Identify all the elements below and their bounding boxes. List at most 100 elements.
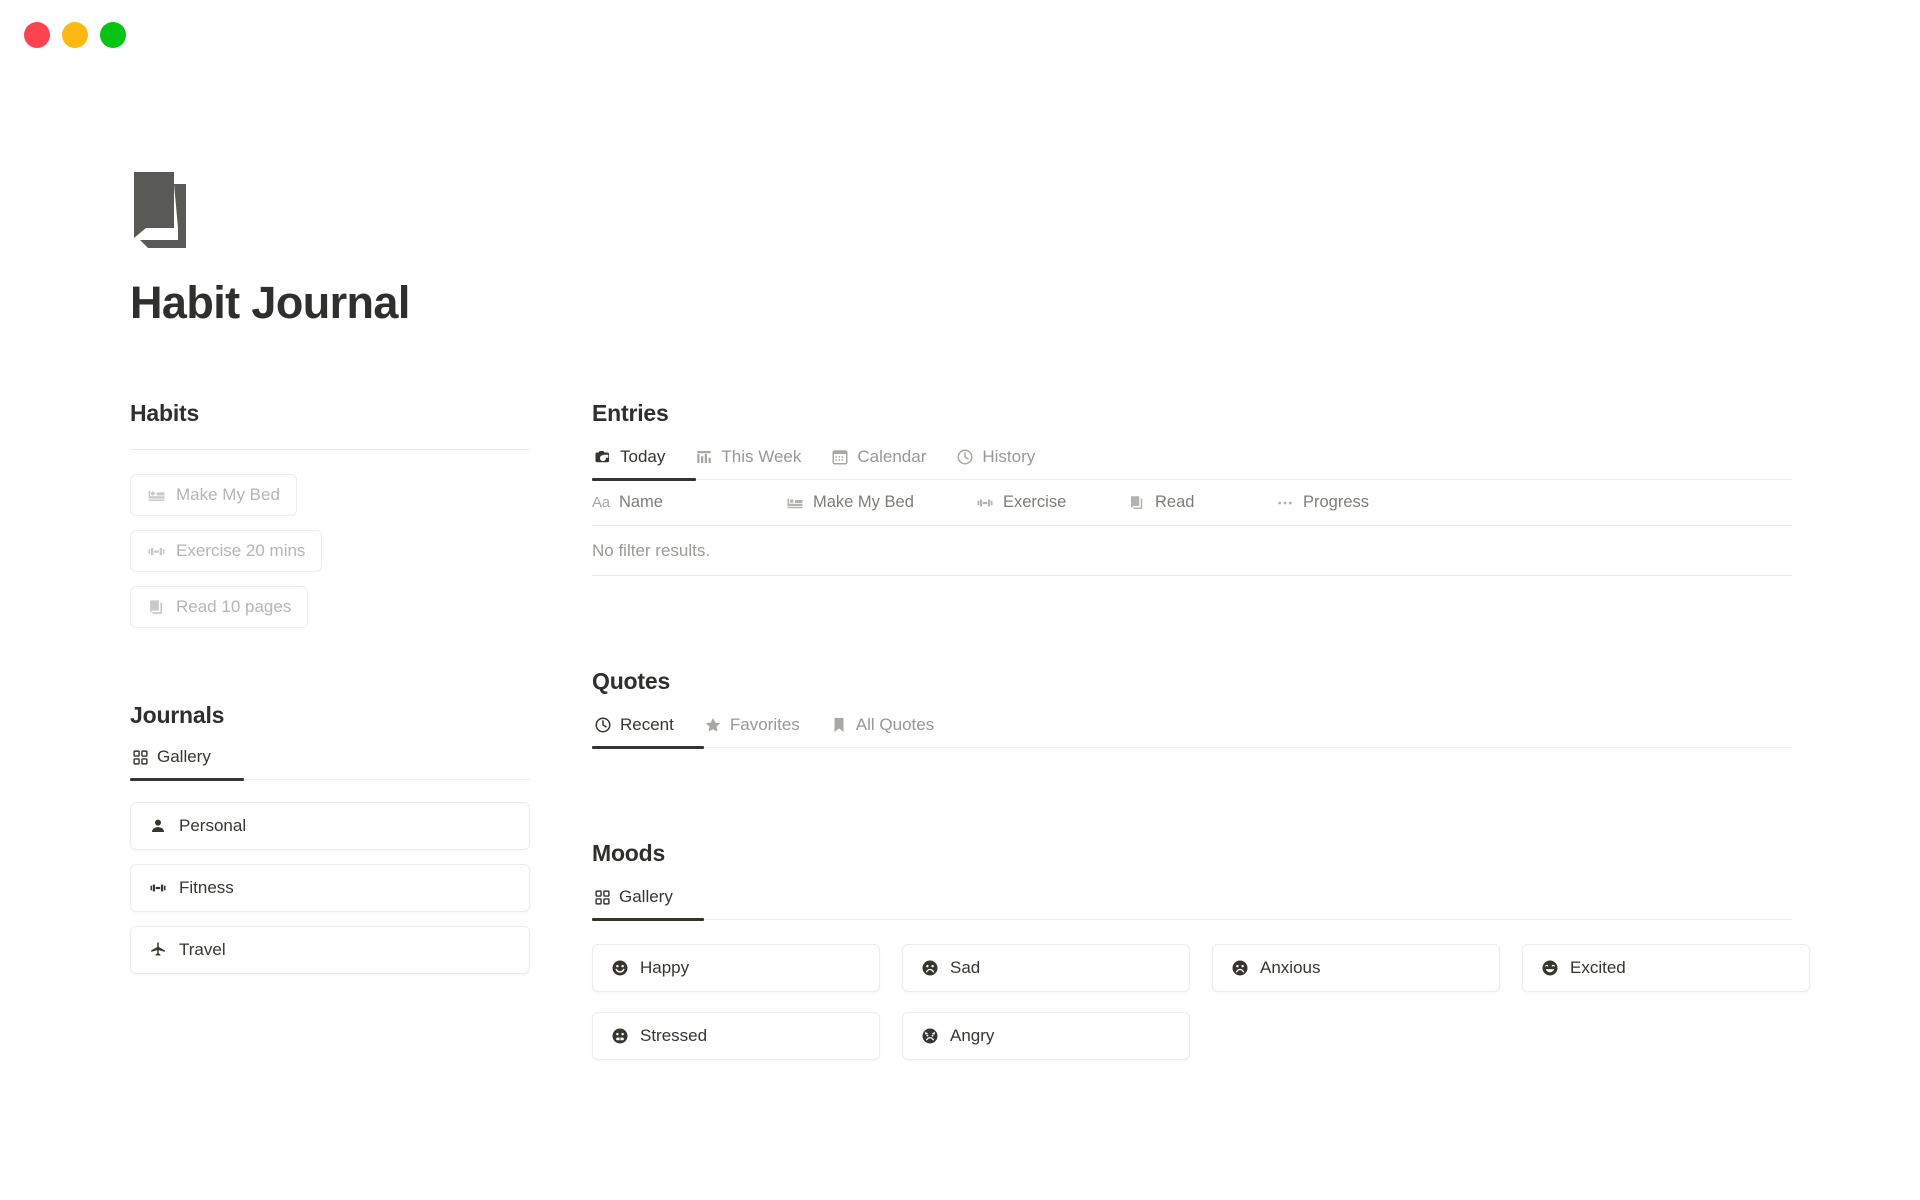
journal-card-label: Travel <box>179 940 226 960</box>
tab-entries-this-week[interactable]: This Week <box>693 441 803 479</box>
tab-label: All Quotes <box>856 715 934 735</box>
column-header-read[interactable]: Read <box>1128 493 1276 512</box>
mood-card-label: Sad <box>950 958 980 978</box>
page-body: Habit Journal Habits Make My Bed <box>0 70 1920 1200</box>
journal-card-personal[interactable]: Personal <box>130 802 530 850</box>
grin-face-icon <box>1541 959 1559 977</box>
camera-icon <box>594 448 612 466</box>
column-header-exercise[interactable]: Exercise <box>976 493 1128 512</box>
journals-card-list: Personal Fitness Travel <box>130 802 530 974</box>
journal-book-icon <box>130 170 192 250</box>
tab-journals-gallery[interactable]: Gallery <box>130 741 213 779</box>
mood-card-happy[interactable]: Happy <box>592 944 880 992</box>
quotes-section-title: Quotes <box>592 668 1792 695</box>
entries-active-tab-indicator <box>592 478 696 481</box>
frown-face-icon <box>1231 959 1249 977</box>
smile-face-icon <box>611 959 629 977</box>
habits-divider <box>130 449 530 450</box>
journals-tabs-rule <box>130 779 530 780</box>
tab-label: Gallery <box>619 887 673 907</box>
tab-entries-today[interactable]: Today <box>592 441 667 479</box>
tab-quotes-all-quotes[interactable]: All Quotes <box>828 709 936 747</box>
mood-card-anxious[interactable]: Anxious <box>1212 944 1500 992</box>
bed-icon <box>147 486 166 505</box>
mood-card-label: Excited <box>1570 958 1626 978</box>
entries-section-title: Entries <box>592 400 1792 427</box>
barchart-icon <box>695 448 713 466</box>
entries-table: Aa Name Make My Bed <box>592 480 1792 576</box>
tab-entries-calendar[interactable]: Calendar <box>829 441 928 479</box>
mood-card-excited[interactable]: Excited <box>1522 944 1810 992</box>
book-icon <box>147 598 166 617</box>
mood-card-label: Stressed <box>640 1026 707 1046</box>
moods-section-title: Moods <box>592 840 1792 867</box>
column-header-name[interactable]: Aa Name <box>592 493 786 512</box>
moods-active-tab-indicator <box>592 918 704 921</box>
right-column: Entries Today This Week <box>592 400 1792 1060</box>
journal-card-fitness[interactable]: Fitness <box>130 864 530 912</box>
column-label: Exercise <box>1003 493 1066 512</box>
quotes-tabs-rule <box>592 747 1792 748</box>
journals-active-tab-indicator <box>130 778 244 781</box>
tab-entries-history[interactable]: History <box>954 441 1037 479</box>
grid-icon <box>132 749 149 766</box>
entries-tabs: Today This Week Calendar <box>592 441 1792 479</box>
mood-card-angry[interactable]: Angry <box>902 1012 1190 1060</box>
entries-tabs-rule <box>592 479 1792 480</box>
journals-section: Journals Gallery <box>130 702 530 974</box>
moods-grid: Happy Sad Anxious <box>592 944 1792 1060</box>
tab-label: Favorites <box>730 715 800 735</box>
mood-card-label: Angry <box>950 1026 994 1046</box>
column-header-make-my-bed[interactable]: Make My Bed <box>786 493 976 512</box>
book-icon <box>1128 494 1146 512</box>
column-label: Progress <box>1303 493 1369 512</box>
journal-card-label: Personal <box>179 816 246 836</box>
maximize-window-button[interactable] <box>100 22 126 48</box>
bed-icon <box>786 494 804 512</box>
moods-tabs: Gallery <box>592 881 1792 919</box>
app-window: Habit Journal Habits Make My Bed <box>0 0 1920 1200</box>
clock-icon <box>594 716 612 734</box>
dumbbell-icon <box>147 542 166 561</box>
column-header-progress[interactable]: Progress <box>1276 493 1476 512</box>
journal-card-label: Fitness <box>179 878 234 898</box>
habit-chip-read-10-pages[interactable]: Read 10 pages <box>130 586 308 628</box>
tab-label: History <box>982 447 1035 467</box>
habit-chip-label: Make My Bed <box>176 485 280 505</box>
aa-text-icon: Aa <box>592 494 610 511</box>
dots-icon <box>1276 494 1294 512</box>
habit-chip-exercise-20-mins[interactable]: Exercise 20 mins <box>130 530 322 572</box>
journals-section-title: Journals <box>130 702 530 729</box>
tab-quotes-favorites[interactable]: Favorites <box>702 709 802 747</box>
window-titlebar <box>0 0 1920 70</box>
frown-face-icon <box>921 959 939 977</box>
moods-tabs-rule <box>592 919 1792 920</box>
journal-card-travel[interactable]: Travel <box>130 926 530 974</box>
person-icon <box>149 817 167 835</box>
tab-quotes-recent[interactable]: Recent <box>592 709 676 747</box>
quotes-section: Quotes Recent Favorites <box>592 668 1792 748</box>
airplane-icon <box>149 941 167 959</box>
mood-card-sad[interactable]: Sad <box>902 944 1190 992</box>
habit-chip-make-my-bed[interactable]: Make My Bed <box>130 474 297 516</box>
star-icon <box>704 716 722 734</box>
tab-moods-gallery[interactable]: Gallery <box>592 881 675 919</box>
grimace-face-icon <box>611 1027 629 1045</box>
column-label: Read <box>1155 493 1194 512</box>
quotes-active-tab-indicator <box>592 746 704 749</box>
angry-face-icon <box>921 1027 939 1045</box>
moods-section: Moods Gallery <box>592 840 1792 1060</box>
close-window-button[interactable] <box>24 22 50 48</box>
bookmark-icon <box>830 716 848 734</box>
column-label: Name <box>619 493 663 512</box>
minimize-window-button[interactable] <box>62 22 88 48</box>
mood-card-stressed[interactable]: Stressed <box>592 1012 880 1060</box>
habits-section-title: Habits <box>130 400 530 427</box>
habit-chip-label: Read 10 pages <box>176 597 291 617</box>
tab-label: Calendar <box>857 447 926 467</box>
tab-label: Gallery <box>157 747 211 767</box>
clock-icon <box>956 448 974 466</box>
dumbbell-icon <box>149 879 167 897</box>
entries-table-header: Aa Name Make My Bed <box>592 480 1792 526</box>
quotes-tabs: Recent Favorites All Quote <box>592 709 1792 747</box>
